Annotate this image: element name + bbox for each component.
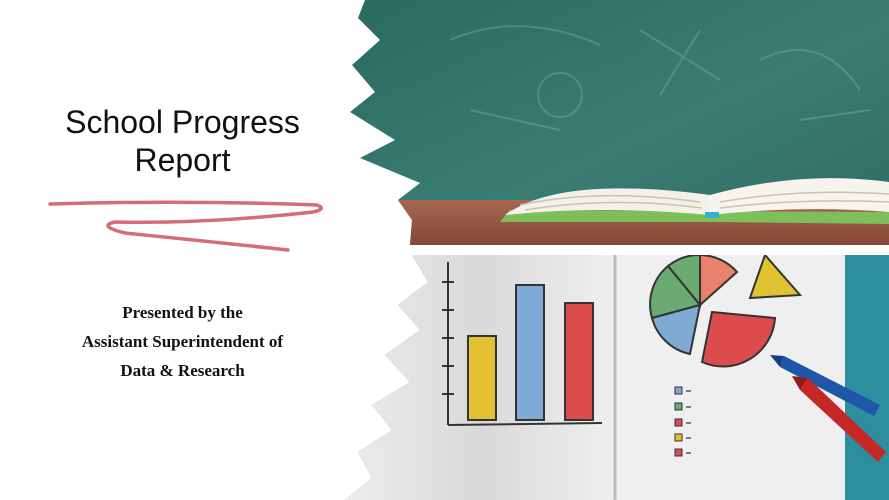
presenter-subtitle: Presented by the Assistant Superintenden… [20,298,345,385]
squiggle-divider-icon [48,200,323,252]
subtitle-line-3: Data & Research [120,361,245,380]
subtitle-line-1: Presented by the [122,303,243,322]
title-line-1: School Progress [65,104,300,140]
subtitle-line-2: Assistant Superintendent of [81,332,284,351]
notebook-photo [345,255,889,500]
title-line-2: Report [134,142,231,178]
slide: School Progress Report Presented by the … [0,0,889,500]
slide-title: School Progress Report [20,103,345,179]
chalkboard-photo [350,0,889,245]
